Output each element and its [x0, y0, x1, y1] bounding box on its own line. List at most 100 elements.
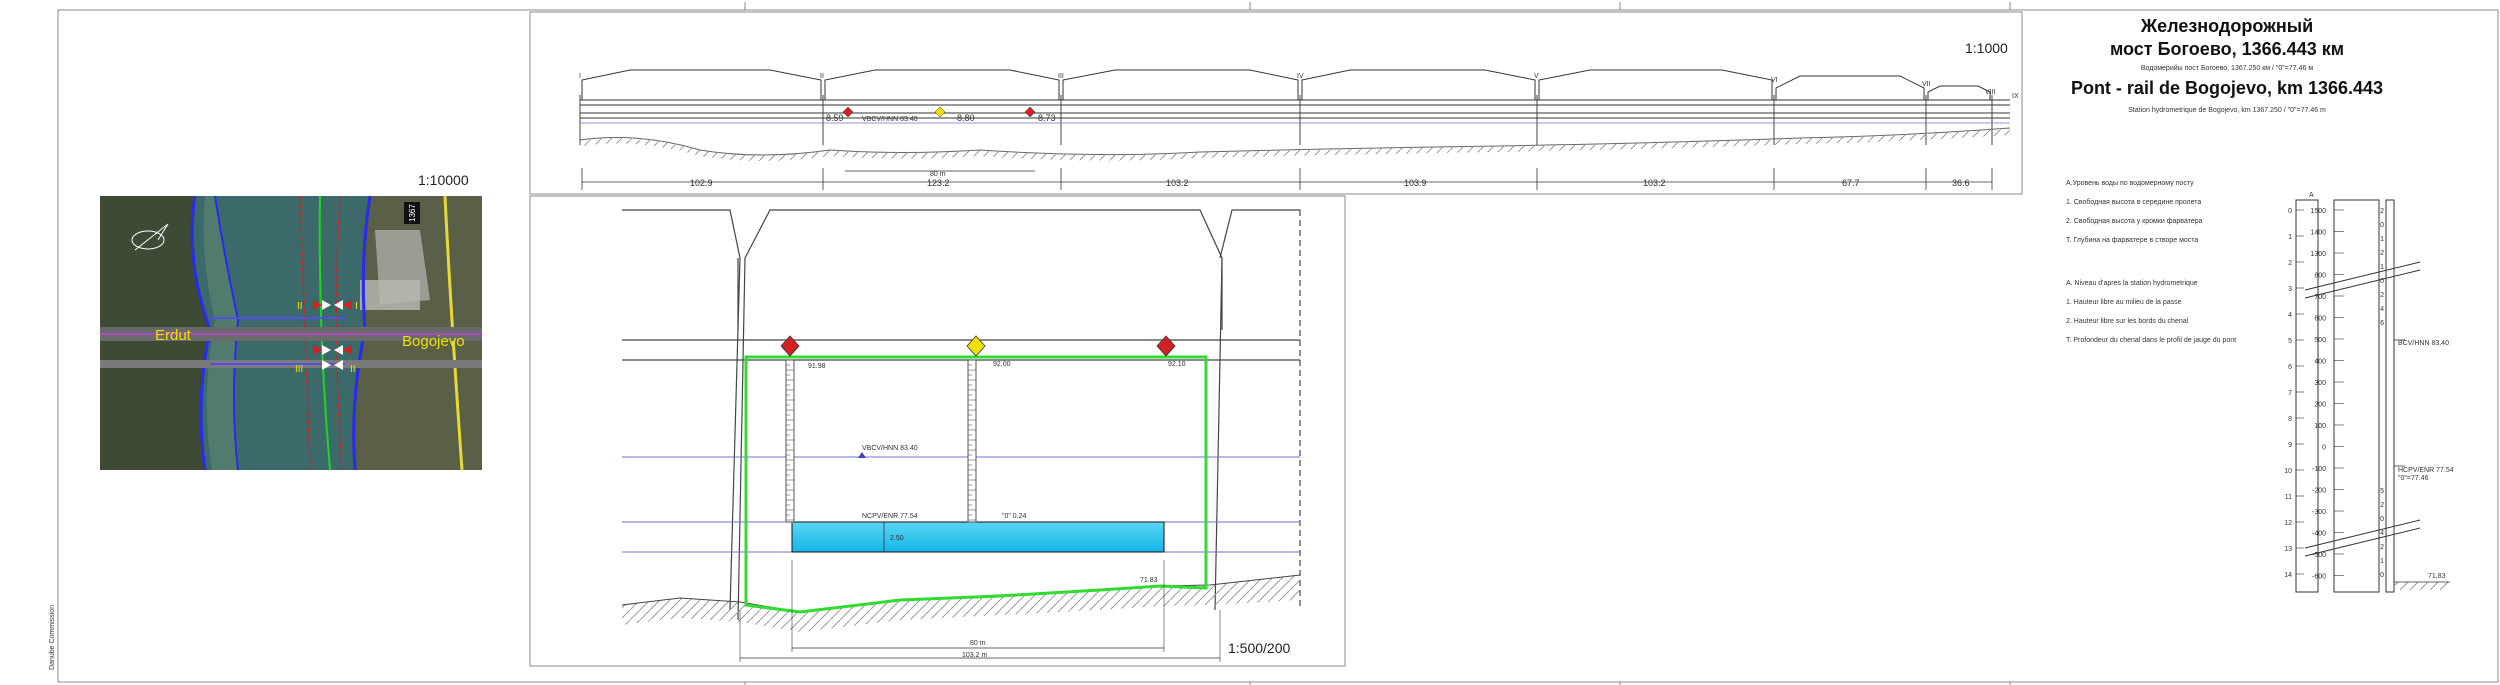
map-mark-3: III	[295, 364, 303, 375]
section-high-level: VBCV/HNN 83.40	[862, 445, 918, 452]
clearance-right: 8.73	[1038, 113, 1056, 123]
gauge-center-value: -100	[2312, 466, 2326, 473]
gauge-bed-level: 71.83	[2428, 573, 2446, 580]
elevation-level-label: VBCV/HNN 83.40	[862, 116, 918, 123]
title-ru-line2: мост Богоево, 1366.443 км	[2110, 39, 2344, 59]
gauge-right-lower-tick: 0	[2380, 516, 2384, 523]
gauge-right-upper-tick: 0	[2380, 222, 2384, 229]
pier-label-4: IV	[1297, 73, 1304, 80]
gauge-high-level: BCV/HNN 83.40	[2398, 340, 2449, 347]
span-length-7: 36.6	[1952, 178, 1970, 188]
plan-scale: 1:10000	[418, 172, 469, 188]
vertical-stamp: Danube Commission	[49, 605, 56, 670]
elevation-mark-right	[1024, 106, 1036, 118]
gauge-right-lower-tick: 5	[2380, 488, 2384, 495]
legend-ru-t: Т. Глубина на фарватере в створе моста	[2066, 236, 2198, 244]
map-mark-1: II	[297, 301, 303, 312]
legend-fr-a: A. Niveau d'apres la station hydrometriq…	[2066, 280, 2198, 287]
top-level-left: 91.98	[808, 363, 826, 370]
gauge-left-tick: 4	[2288, 312, 2292, 319]
elevation-mark-center	[934, 106, 946, 118]
top-level-center: 92.00	[993, 361, 1011, 368]
gauge-center-value: 400	[2314, 359, 2326, 366]
gauge-left-tick: 14	[2284, 572, 2292, 579]
map-km-badge: 1367	[408, 204, 417, 222]
clearance-left: 8.59	[826, 113, 844, 123]
pier-label-8: VIII	[1985, 89, 1996, 96]
span-length-2: 123.2	[927, 178, 950, 188]
legend-fr-1: 1. Hauteur libre au milieu de la passe	[2066, 299, 2182, 306]
gauge-center-value: 500	[2314, 337, 2326, 344]
gauge-left-tick: 0	[2288, 208, 2292, 215]
section-zero-level: "0" 0.24	[1002, 513, 1027, 520]
map-place-erdut: Erdut	[155, 327, 192, 344]
clearance-center: 8.80	[957, 113, 975, 123]
frame-ticks	[744, 2, 2011, 685]
pier-label-5: V	[1534, 73, 1539, 80]
gauge-center-value: 1400	[2310, 230, 2326, 237]
span-length-4: 103.9	[1404, 178, 1427, 188]
section-mark-center	[966, 335, 986, 357]
pier-label-9: IX	[2012, 93, 2019, 100]
gauge-left-tick: 5	[2288, 338, 2292, 345]
gauge-left-tick: 8	[2288, 416, 2292, 423]
gauge-right-lower-tick: 4	[2380, 530, 2384, 537]
pier-label-7: VII	[1922, 81, 1931, 88]
legend: А.Уровень воды по водомерному посту 1. С…	[2066, 180, 2236, 344]
section-bed-level: 71.83	[1140, 577, 1158, 584]
gauge-center-value: -200	[2312, 488, 2326, 495]
gauge-scale-ticks	[2296, 209, 2344, 576]
section-water	[791, 521, 1165, 553]
gauge-right-upper-tick: 2	[2380, 208, 2384, 215]
title-fr: Pont - rail de Bogojevo, km 1366.443	[2071, 78, 2383, 98]
gauge-left-tick: 13	[2284, 546, 2292, 553]
gauge-ruler-ticks	[786, 359, 976, 521]
legend-ru-a: А.Уровень воды по водомерному посту	[2066, 180, 2194, 187]
gauge-header: A	[2309, 192, 2314, 199]
gauge-left-tick: 1	[2288, 234, 2292, 241]
subtitle-fr: Station hydrometrique de Bogojevo, km 13…	[2128, 107, 2326, 114]
pier-label-2: II	[820, 73, 824, 80]
span-length-3: 103.2	[1166, 178, 1189, 188]
gauge-right-upper-tick: 4	[2380, 306, 2384, 313]
gauge-center-value: 200	[2314, 402, 2326, 409]
gauge-low-level: HCPV/ENR 77.54	[2398, 467, 2454, 474]
span-length-1: 102.9	[690, 178, 713, 188]
elevation-nav-width: 80 m	[930, 171, 946, 178]
section-nav-width: 80 m	[970, 640, 986, 647]
title-block: Железнодорожный мост Богоево, 1366.443 к…	[2071, 16, 2383, 114]
gauge-center-value: -300	[2312, 509, 2326, 516]
gauge-right-upper-tick: 2	[2380, 250, 2384, 257]
gauge-right-lower-tick: 2	[2380, 544, 2384, 551]
bridge-elevation: 1:1000 8.59 8.80 8.73 VBCV/HNN 83.40 80 …	[529, 11, 2023, 195]
navigation-cross-section: 1:500/200 91.98 92.00 92.10 VBCV/HNN 83.…	[529, 195, 1346, 667]
map-mark-2: I	[355, 301, 358, 312]
gauge-right-lower-tick: 2	[2380, 502, 2384, 509]
gauge-center-value: 300	[2314, 380, 2326, 387]
gauge-left-tick: 3	[2288, 286, 2292, 293]
gauge-right-lower-tick: 1	[2380, 558, 2384, 565]
section-depth: 2.50	[890, 535, 904, 542]
gauge-left-tick: 12	[2284, 520, 2292, 527]
map-place-bogojevo: Bogojevo	[402, 333, 465, 350]
gauge-center-value: 100	[2314, 423, 2326, 430]
gauge-left-tick: 6	[2288, 364, 2292, 371]
span-length-6: 67.7	[1842, 178, 1860, 188]
legend-ru-2: 2. Свободная высота у кромки фарватера	[2066, 217, 2203, 225]
section-total-width: 103.2 m	[962, 652, 987, 659]
plan-map: 1:10000 II I III II Erdut Bogojevo 1367	[100, 172, 482, 471]
span-length-5: 103.2	[1643, 178, 1666, 188]
elevation-mark-left	[842, 106, 854, 118]
gauge-left-tick: 11	[2285, 494, 2292, 501]
legend-fr-2: 2. Hauteur libre sur les bords du chenal	[2066, 318, 2189, 325]
drawing-sheet: Danube Commission 1:10000 II I III II Er…	[49, 2, 2499, 685]
gauge-left-tick: 9	[2288, 442, 2292, 449]
gauge-right-upper-tick: 2	[2380, 292, 2384, 299]
gauge-center-value: -600	[2312, 574, 2326, 581]
gauge-left-tick: 2	[2288, 260, 2292, 267]
map-mark-4: II	[350, 364, 356, 375]
gauge-right-lower-tick: 0	[2380, 572, 2384, 579]
gauge-zero-label: "0"=77.46	[2398, 475, 2429, 482]
water-gauge-diagram: A 01234567891011121314150014001300800700…	[2284, 192, 2454, 593]
subtitle-ru: Водомерийы пост Богоево, 1367.250 км / "…	[2141, 64, 2313, 72]
